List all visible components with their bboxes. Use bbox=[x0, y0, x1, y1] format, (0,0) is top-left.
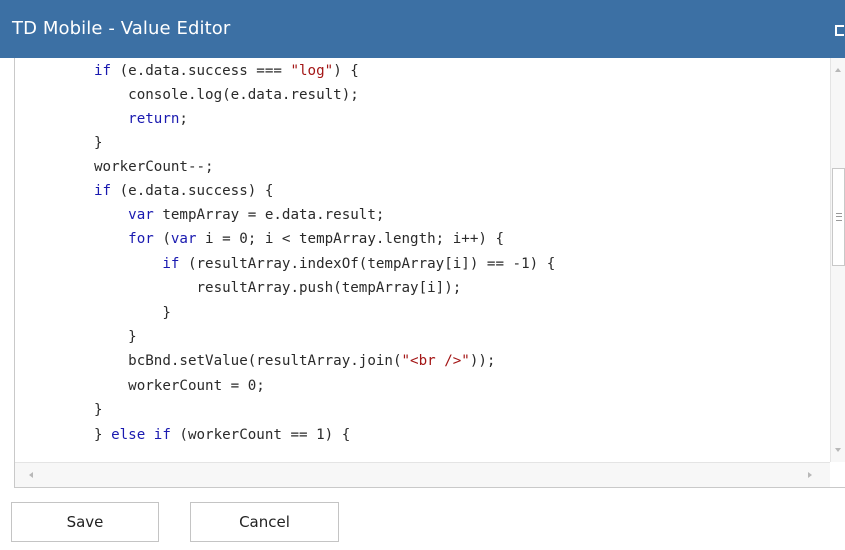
code-line: if (resultArray.indexOf(tempArray[i]) ==… bbox=[94, 253, 555, 275]
arrow-up-icon[interactable] bbox=[835, 68, 841, 72]
cancel-button[interactable]: Cancel bbox=[190, 502, 339, 542]
save-button[interactable]: Save bbox=[11, 502, 159, 542]
code-token: console.log(e.data.result); bbox=[94, 87, 359, 103]
code-line: } bbox=[94, 132, 103, 154]
code-line: for (var i = 0; i < tempArray.length; i+… bbox=[94, 228, 504, 250]
code-line: } else if (workerCount == 1) { bbox=[94, 424, 350, 446]
code-line: workerCount = 0; bbox=[94, 375, 265, 397]
code-token: tempArray = e.data.result; bbox=[153, 207, 385, 223]
code-token: (e.data.success === bbox=[111, 63, 291, 79]
code-keyword: if bbox=[94, 63, 112, 79]
code-token: } bbox=[94, 305, 171, 321]
code-token: )); bbox=[469, 353, 496, 369]
dialog-footer: Save Cancel bbox=[0, 488, 845, 550]
code-line: if (e.data.success === "log") { bbox=[94, 60, 359, 82]
arrow-right-icon[interactable] bbox=[808, 472, 812, 478]
code-line: var tempArray = e.data.result; bbox=[94, 204, 384, 226]
code-token: } bbox=[94, 329, 137, 345]
code-token: workerCount = 0; bbox=[94, 378, 265, 394]
code-keyword: return bbox=[128, 111, 180, 127]
value-editor[interactable]: if (e.data.success === "log") { console.… bbox=[14, 58, 845, 488]
code-token: (resultArray.indexOf(tempArray[i]) == -1… bbox=[179, 256, 556, 272]
code-keyword: var bbox=[128, 207, 154, 223]
code-keyword: if bbox=[162, 256, 180, 272]
code-string: "<br />" bbox=[401, 353, 470, 369]
code-token: } bbox=[94, 427, 112, 443]
code-token: } bbox=[94, 402, 103, 418]
vertical-scroll-thumb[interactable] bbox=[832, 168, 845, 266]
title-bar: TD Mobile - Value Editor bbox=[0, 0, 845, 58]
code-token: workerCount--; bbox=[94, 159, 214, 175]
code-line: if (e.data.success) { bbox=[94, 180, 273, 202]
window-title: TD Mobile - Value Editor bbox=[12, 18, 231, 39]
code-token: resultArray.push(tempArray[i]); bbox=[94, 280, 462, 296]
code-line: } bbox=[94, 302, 171, 324]
code-keyword: else if bbox=[111, 427, 171, 443]
code-keyword: for bbox=[128, 231, 154, 247]
grip-icon bbox=[836, 213, 842, 221]
code-line: } bbox=[94, 326, 137, 348]
code-keyword: if bbox=[94, 183, 112, 199]
code-string: "log" bbox=[290, 63, 334, 79]
code-line: bcBnd.setValue(resultArray.join("<br />"… bbox=[94, 350, 495, 372]
code-line: } bbox=[94, 399, 103, 421]
code-line: resultArray.push(tempArray[i]); bbox=[94, 277, 461, 299]
maximize-icon[interactable] bbox=[835, 25, 844, 36]
code-line: return; bbox=[94, 108, 188, 130]
code-token: ; bbox=[179, 111, 188, 127]
code-token: ) { bbox=[333, 63, 359, 79]
code-line: console.log(e.data.result); bbox=[94, 84, 359, 106]
code-token: i = 0; i < tempArray.length; i++) { bbox=[196, 231, 505, 247]
horizontal-scrollbar[interactable] bbox=[15, 462, 830, 487]
code-token: (e.data.success) { bbox=[111, 183, 274, 199]
code-token: bcBnd.setValue(resultArray.join( bbox=[94, 353, 402, 369]
arrow-down-icon[interactable] bbox=[835, 448, 841, 452]
code-token: } bbox=[94, 135, 103, 151]
code-keyword: var bbox=[170, 231, 197, 247]
vertical-scrollbar[interactable] bbox=[830, 58, 845, 462]
code-text-area[interactable]: if (e.data.success === "log") { console.… bbox=[15, 58, 830, 462]
code-token: (workerCount == 1) { bbox=[170, 427, 351, 443]
arrow-left-icon[interactable] bbox=[29, 472, 33, 478]
code-line: workerCount--; bbox=[94, 156, 214, 178]
code-token: ( bbox=[153, 231, 171, 247]
